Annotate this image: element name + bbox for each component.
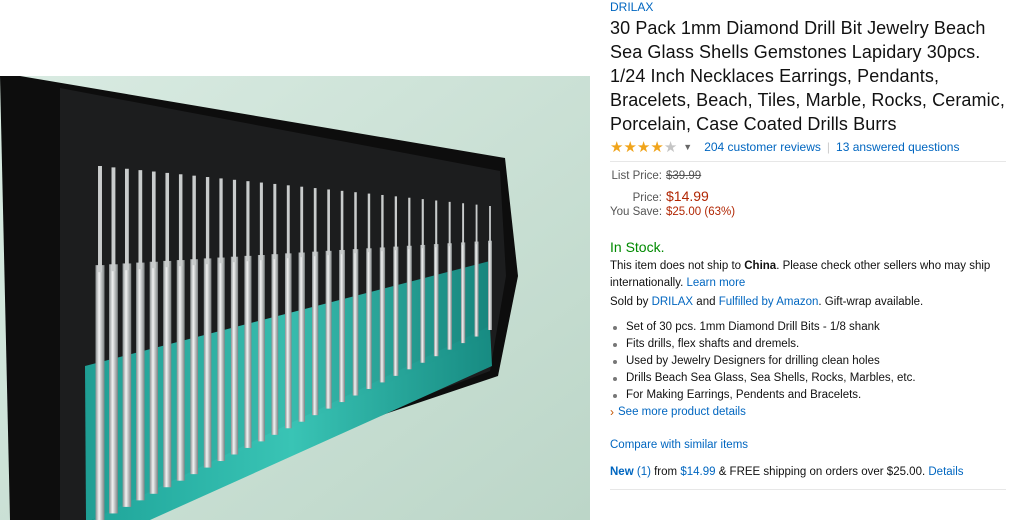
- answered-questions-link[interactable]: 13 answered questions: [836, 140, 959, 154]
- sold-by-note: Sold by DRILAX and Fulfilled by Amazon. …: [610, 294, 1006, 311]
- details-link[interactable]: Details: [928, 466, 963, 478]
- price-value: $14.99: [666, 188, 709, 204]
- feature-bullet: Set of 30 pcs. 1mm Diamond Drill Bits - …: [610, 319, 1006, 336]
- price-label: Price:: [632, 192, 662, 204]
- feature-bullets: Set of 30 pcs. 1mm Diamond Drill Bits - …: [610, 319, 1006, 404]
- chevron-down-icon[interactable]: ▼: [683, 142, 692, 152]
- offer-count-link[interactable]: (1): [637, 466, 651, 478]
- price-row: Price: $14.99: [610, 188, 1006, 206]
- seller-link[interactable]: DRILAX: [652, 296, 694, 308]
- star-rating[interactable]: ★ ★ ★ ★ ★: [610, 140, 677, 155]
- giftwrap-text: . Gift-wrap available.: [818, 296, 924, 308]
- feature-bullet: Drills Beach Sea Glass, Sea Shells, Rock…: [610, 370, 1006, 387]
- new-offers-link[interactable]: New: [610, 466, 634, 478]
- separator: |: [826, 140, 831, 154]
- list-price-value: $39.99: [666, 170, 702, 182]
- fulfilled-by-amazon-link[interactable]: Fulfilled by Amazon: [719, 296, 819, 308]
- feature-bullet: For Making Earrings, Pendents and Bracel…: [610, 387, 1006, 404]
- shipping-note: This item does not ship to China. Please…: [610, 258, 1006, 292]
- divider: [610, 489, 1006, 490]
- see-more-link[interactable]: › See more product details: [610, 404, 1006, 421]
- ship-country: China: [744, 260, 777, 272]
- product-info: DRILAX 30 Pack 1mm Diamond Drill Bit Jew…: [610, 0, 1006, 490]
- savings-label: You Save:: [610, 206, 663, 218]
- star-empty-icon: ★: [663, 138, 678, 156]
- see-more-label: See more product details: [618, 406, 746, 418]
- chevron-right-icon: ›: [610, 405, 614, 419]
- feature-bullet: Used by Jewelry Designers for drilling c…: [610, 353, 1006, 370]
- and-text: and: [693, 296, 719, 308]
- shipping-text: & FREE shipping on orders over $25.00.: [715, 466, 929, 478]
- from-text: from: [650, 466, 681, 478]
- ship-prefix: This item does not ship to: [610, 260, 745, 272]
- brand-link[interactable]: DRILAX: [610, 0, 1006, 14]
- list-price-label: List Price:: [611, 170, 663, 182]
- learn-more-link[interactable]: Learn more: [687, 277, 746, 289]
- rating-row: ★ ★ ★ ★ ★ ▼ 204 customer reviews | 13 answer…: [610, 138, 1006, 156]
- star-full-icon: ★: [636, 138, 651, 156]
- star-full-icon: ★: [610, 138, 624, 156]
- drill-bit-set-photo: [0, 76, 590, 520]
- star-full-icon: ★: [623, 138, 637, 156]
- price-table: List Price: $39.99 Price: $14.99 You Sav…: [610, 170, 1006, 224]
- product-title: 30 Pack 1mm Diamond Drill Bit Jewelry Be…: [610, 18, 1005, 134]
- customer-reviews-link[interactable]: 204 customer reviews: [704, 140, 821, 154]
- new-offers-row: New (1) from $14.99 & FREE shipping on o…: [610, 464, 1006, 481]
- list-price-row: List Price: $39.99: [610, 170, 1006, 188]
- compare-link[interactable]: Compare with similar items: [610, 437, 1006, 454]
- sold-by-prefix: Sold by: [610, 296, 652, 308]
- savings-value: $25.00 (63%): [666, 206, 736, 218]
- star-full-icon: ★: [650, 138, 664, 156]
- divider: [610, 161, 1006, 162]
- product-image[interactable]: [0, 76, 590, 520]
- savings-row: You Save: $25.00 (63%): [610, 206, 1006, 224]
- stock-status: In Stock.: [610, 239, 665, 255]
- from-price: $14.99: [680, 466, 716, 478]
- feature-bullet: Fits drills, flex shafts and dremels.: [610, 336, 1006, 353]
